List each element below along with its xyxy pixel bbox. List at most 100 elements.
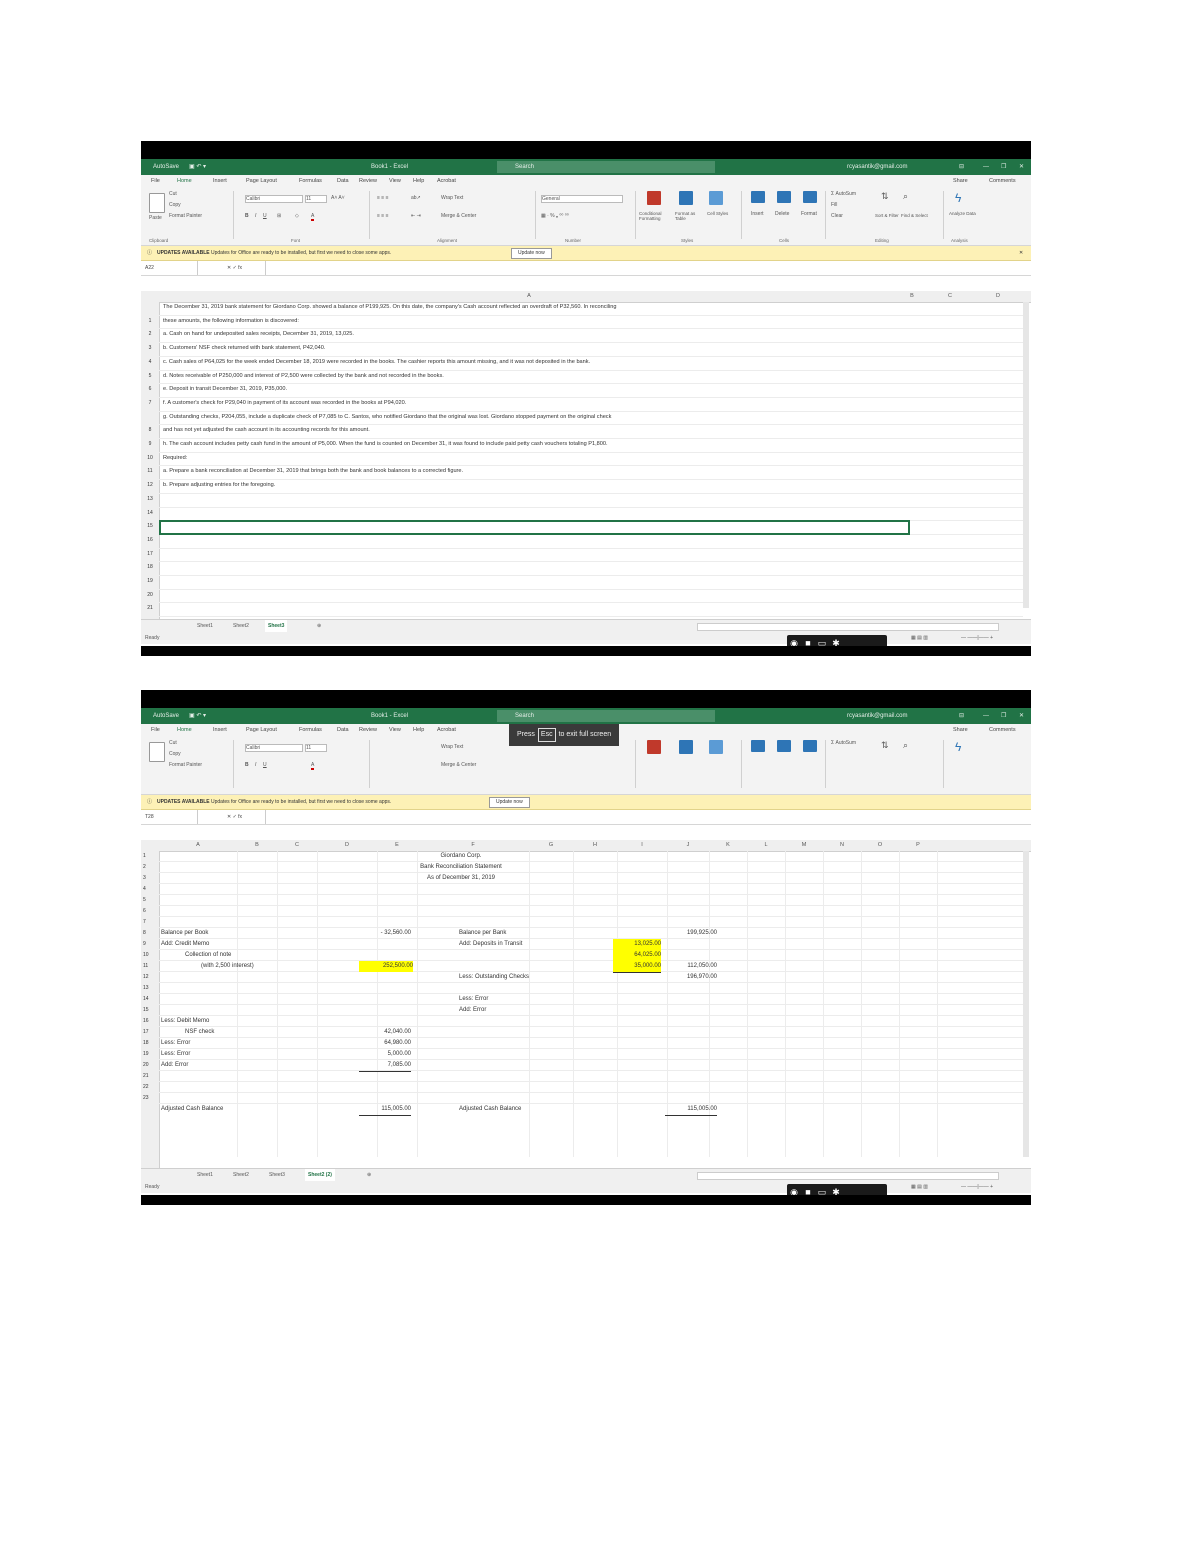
merge-center-button[interactable]: Merge & Center bbox=[441, 213, 476, 219]
problem-text-cell[interactable]: b. Customers' NSF check returned with ba… bbox=[163, 343, 325, 354]
row-number[interactable]: 10 bbox=[143, 453, 157, 464]
row-number[interactable]: 10 bbox=[143, 950, 157, 961]
insert-label[interactable]: Insert bbox=[751, 211, 764, 217]
row-number[interactable]: 21 bbox=[143, 1071, 157, 1082]
tab-acrobat[interactable]: Acrobat bbox=[437, 724, 456, 736]
format-cells-icon[interactable] bbox=[803, 740, 817, 752]
share-button[interactable]: Share bbox=[953, 724, 968, 736]
problem-text-cell[interactable]: d. Notes receivable of P250,000 and inte… bbox=[163, 371, 444, 382]
col-header-d[interactable]: D bbox=[317, 840, 377, 851]
account-name[interactable]: rcyasantik@gmail.com bbox=[847, 708, 907, 724]
row-number[interactable]: 15 bbox=[143, 521, 157, 532]
row-number[interactable]: 8 bbox=[143, 928, 157, 939]
row-number[interactable]: 4 bbox=[143, 884, 157, 895]
fill-button[interactable]: Fill bbox=[831, 202, 837, 208]
sheet-tab-sheet2[interactable]: Sheet2 bbox=[233, 1169, 249, 1181]
row-number[interactable]: 23 bbox=[143, 1093, 157, 1104]
bold-icon[interactable]: B bbox=[245, 213, 249, 219]
problem-text-cell[interactable]: Required: bbox=[163, 453, 187, 464]
number-format-select[interactable]: General bbox=[541, 195, 623, 203]
copy-button[interactable]: Copy bbox=[169, 751, 181, 757]
row-number[interactable]: 13 bbox=[143, 983, 157, 994]
wrap-text-button[interactable]: Wrap Text bbox=[441, 744, 463, 750]
minimize-icon[interactable]: — bbox=[983, 159, 989, 175]
new-sheet-icon[interactable]: ⊕ bbox=[317, 620, 321, 632]
tab-page-layout[interactable]: Page Layout bbox=[246, 175, 277, 187]
comments-button[interactable]: Comments bbox=[989, 175, 1016, 187]
tab-file[interactable]: File bbox=[151, 724, 160, 736]
problem-text-cell[interactable]: h. The cash account includes petty cash … bbox=[163, 439, 608, 450]
row-number[interactable]: 13 bbox=[143, 494, 157, 505]
col-header-f[interactable]: F bbox=[417, 840, 529, 851]
delete-cells-icon[interactable] bbox=[777, 191, 791, 203]
problem-text-cell[interactable]: a. Cash on hand for undeposited sales re… bbox=[163, 329, 354, 340]
row-number[interactable]: 5 bbox=[143, 895, 157, 906]
col-header-m[interactable]: M bbox=[785, 840, 823, 851]
col-header-c[interactable]: C bbox=[925, 291, 975, 302]
row-number[interactable]: 20 bbox=[143, 1060, 157, 1071]
col-header-g[interactable]: G bbox=[529, 840, 573, 851]
tab-view[interactable]: View bbox=[389, 175, 401, 187]
font-size-select[interactable]: 11 bbox=[305, 195, 327, 203]
problem-text-cell[interactable]: and has not yet adjusted the cash accoun… bbox=[163, 425, 370, 436]
col-header-j[interactable]: J bbox=[667, 840, 709, 851]
formula-input[interactable] bbox=[265, 261, 1023, 275]
tab-help[interactable]: Help bbox=[413, 175, 424, 187]
col-header-k[interactable]: K bbox=[709, 840, 747, 851]
tab-review[interactable]: Review bbox=[359, 724, 377, 736]
tab-data[interactable]: Data bbox=[337, 175, 349, 187]
row-number[interactable]: 14 bbox=[143, 994, 157, 1005]
col-header-n[interactable]: N bbox=[823, 840, 861, 851]
row-number[interactable]: 6 bbox=[143, 384, 157, 395]
row-number[interactable]: 1 bbox=[143, 316, 157, 327]
autosave-label[interactable]: AutoSave bbox=[153, 159, 179, 175]
cell-styles-label[interactable]: Cell Styles bbox=[707, 211, 731, 216]
paste-icon[interactable] bbox=[149, 742, 165, 762]
sort-filter-icon[interactable]: ⇅ bbox=[881, 191, 889, 202]
row-number[interactable]: 2 bbox=[143, 862, 157, 873]
problem-text-cell[interactable]: c. Cash sales of P64,025 for the week en… bbox=[163, 357, 590, 368]
row-number[interactable]: 20 bbox=[143, 590, 157, 601]
new-sheet-icon[interactable]: ⊕ bbox=[367, 1169, 371, 1181]
col-header-b[interactable]: B bbox=[899, 291, 925, 302]
font-color-icon[interactable]: A bbox=[311, 213, 315, 221]
row-number[interactable]: 4 bbox=[143, 357, 157, 368]
tab-insert[interactable]: Insert bbox=[213, 175, 227, 187]
row-number[interactable]: 7 bbox=[143, 917, 157, 928]
format-painter-button[interactable]: Format Painter bbox=[169, 213, 202, 219]
tab-insert[interactable]: Insert bbox=[213, 724, 227, 736]
sheet-tab-sheet3[interactable]: Sheet3 bbox=[269, 1169, 285, 1181]
row-number[interactable]: 12 bbox=[143, 480, 157, 491]
sheet-tab-sheet1[interactable]: Sheet1 bbox=[197, 620, 213, 632]
row-number[interactable]: 17 bbox=[143, 549, 157, 560]
row-number[interactable]: 1 bbox=[143, 851, 157, 862]
row-number[interactable]: 11 bbox=[143, 961, 157, 972]
bold-icon[interactable]: B bbox=[245, 762, 249, 768]
row-number[interactable]: 9 bbox=[143, 439, 157, 450]
sheet-tab-sheet2[interactable]: Sheet2 bbox=[233, 620, 249, 632]
vertical-scrollbar[interactable] bbox=[1023, 302, 1029, 608]
close-icon[interactable]: ✕ bbox=[1019, 159, 1024, 175]
analyze-data-icon[interactable]: ϟ bbox=[955, 740, 961, 754]
name-box[interactable]: T28 bbox=[145, 810, 198, 824]
fill-color-icon[interactable]: ◇ bbox=[295, 213, 299, 219]
font-size-select[interactable]: 11 bbox=[305, 744, 327, 752]
find-select-label[interactable]: Find & Select bbox=[901, 213, 928, 218]
row-number[interactable]: 18 bbox=[143, 562, 157, 573]
row-number[interactable]: 3 bbox=[143, 343, 157, 354]
row-number[interactable]: 21 bbox=[143, 603, 157, 614]
col-header-a[interactable]: A bbox=[159, 291, 899, 302]
problem-text-cell[interactable]: e. Deposit in transit December 31, 2019,… bbox=[163, 384, 287, 395]
save-icon[interactable]: ▣ ↶ ▾ bbox=[189, 159, 206, 175]
delete-cells-icon[interactable] bbox=[777, 740, 791, 752]
search-input[interactable]: Search bbox=[497, 161, 715, 173]
cell-styles-icon[interactable] bbox=[709, 740, 723, 754]
sort-filter-icon[interactable]: ⇅ bbox=[881, 740, 889, 751]
row-number[interactable]: 6 bbox=[143, 906, 157, 917]
col-header-a[interactable]: A bbox=[159, 840, 237, 851]
account-name[interactable]: rcyasantik@gmail.com bbox=[847, 159, 907, 175]
problem-text-cell[interactable]: g. Outstanding checks, P204,055, include… bbox=[163, 412, 611, 423]
font-grow-icon[interactable]: A˄ A˅ bbox=[331, 195, 345, 201]
row-number[interactable]: 16 bbox=[143, 535, 157, 546]
font-name-select[interactable]: Calibri bbox=[245, 195, 303, 203]
